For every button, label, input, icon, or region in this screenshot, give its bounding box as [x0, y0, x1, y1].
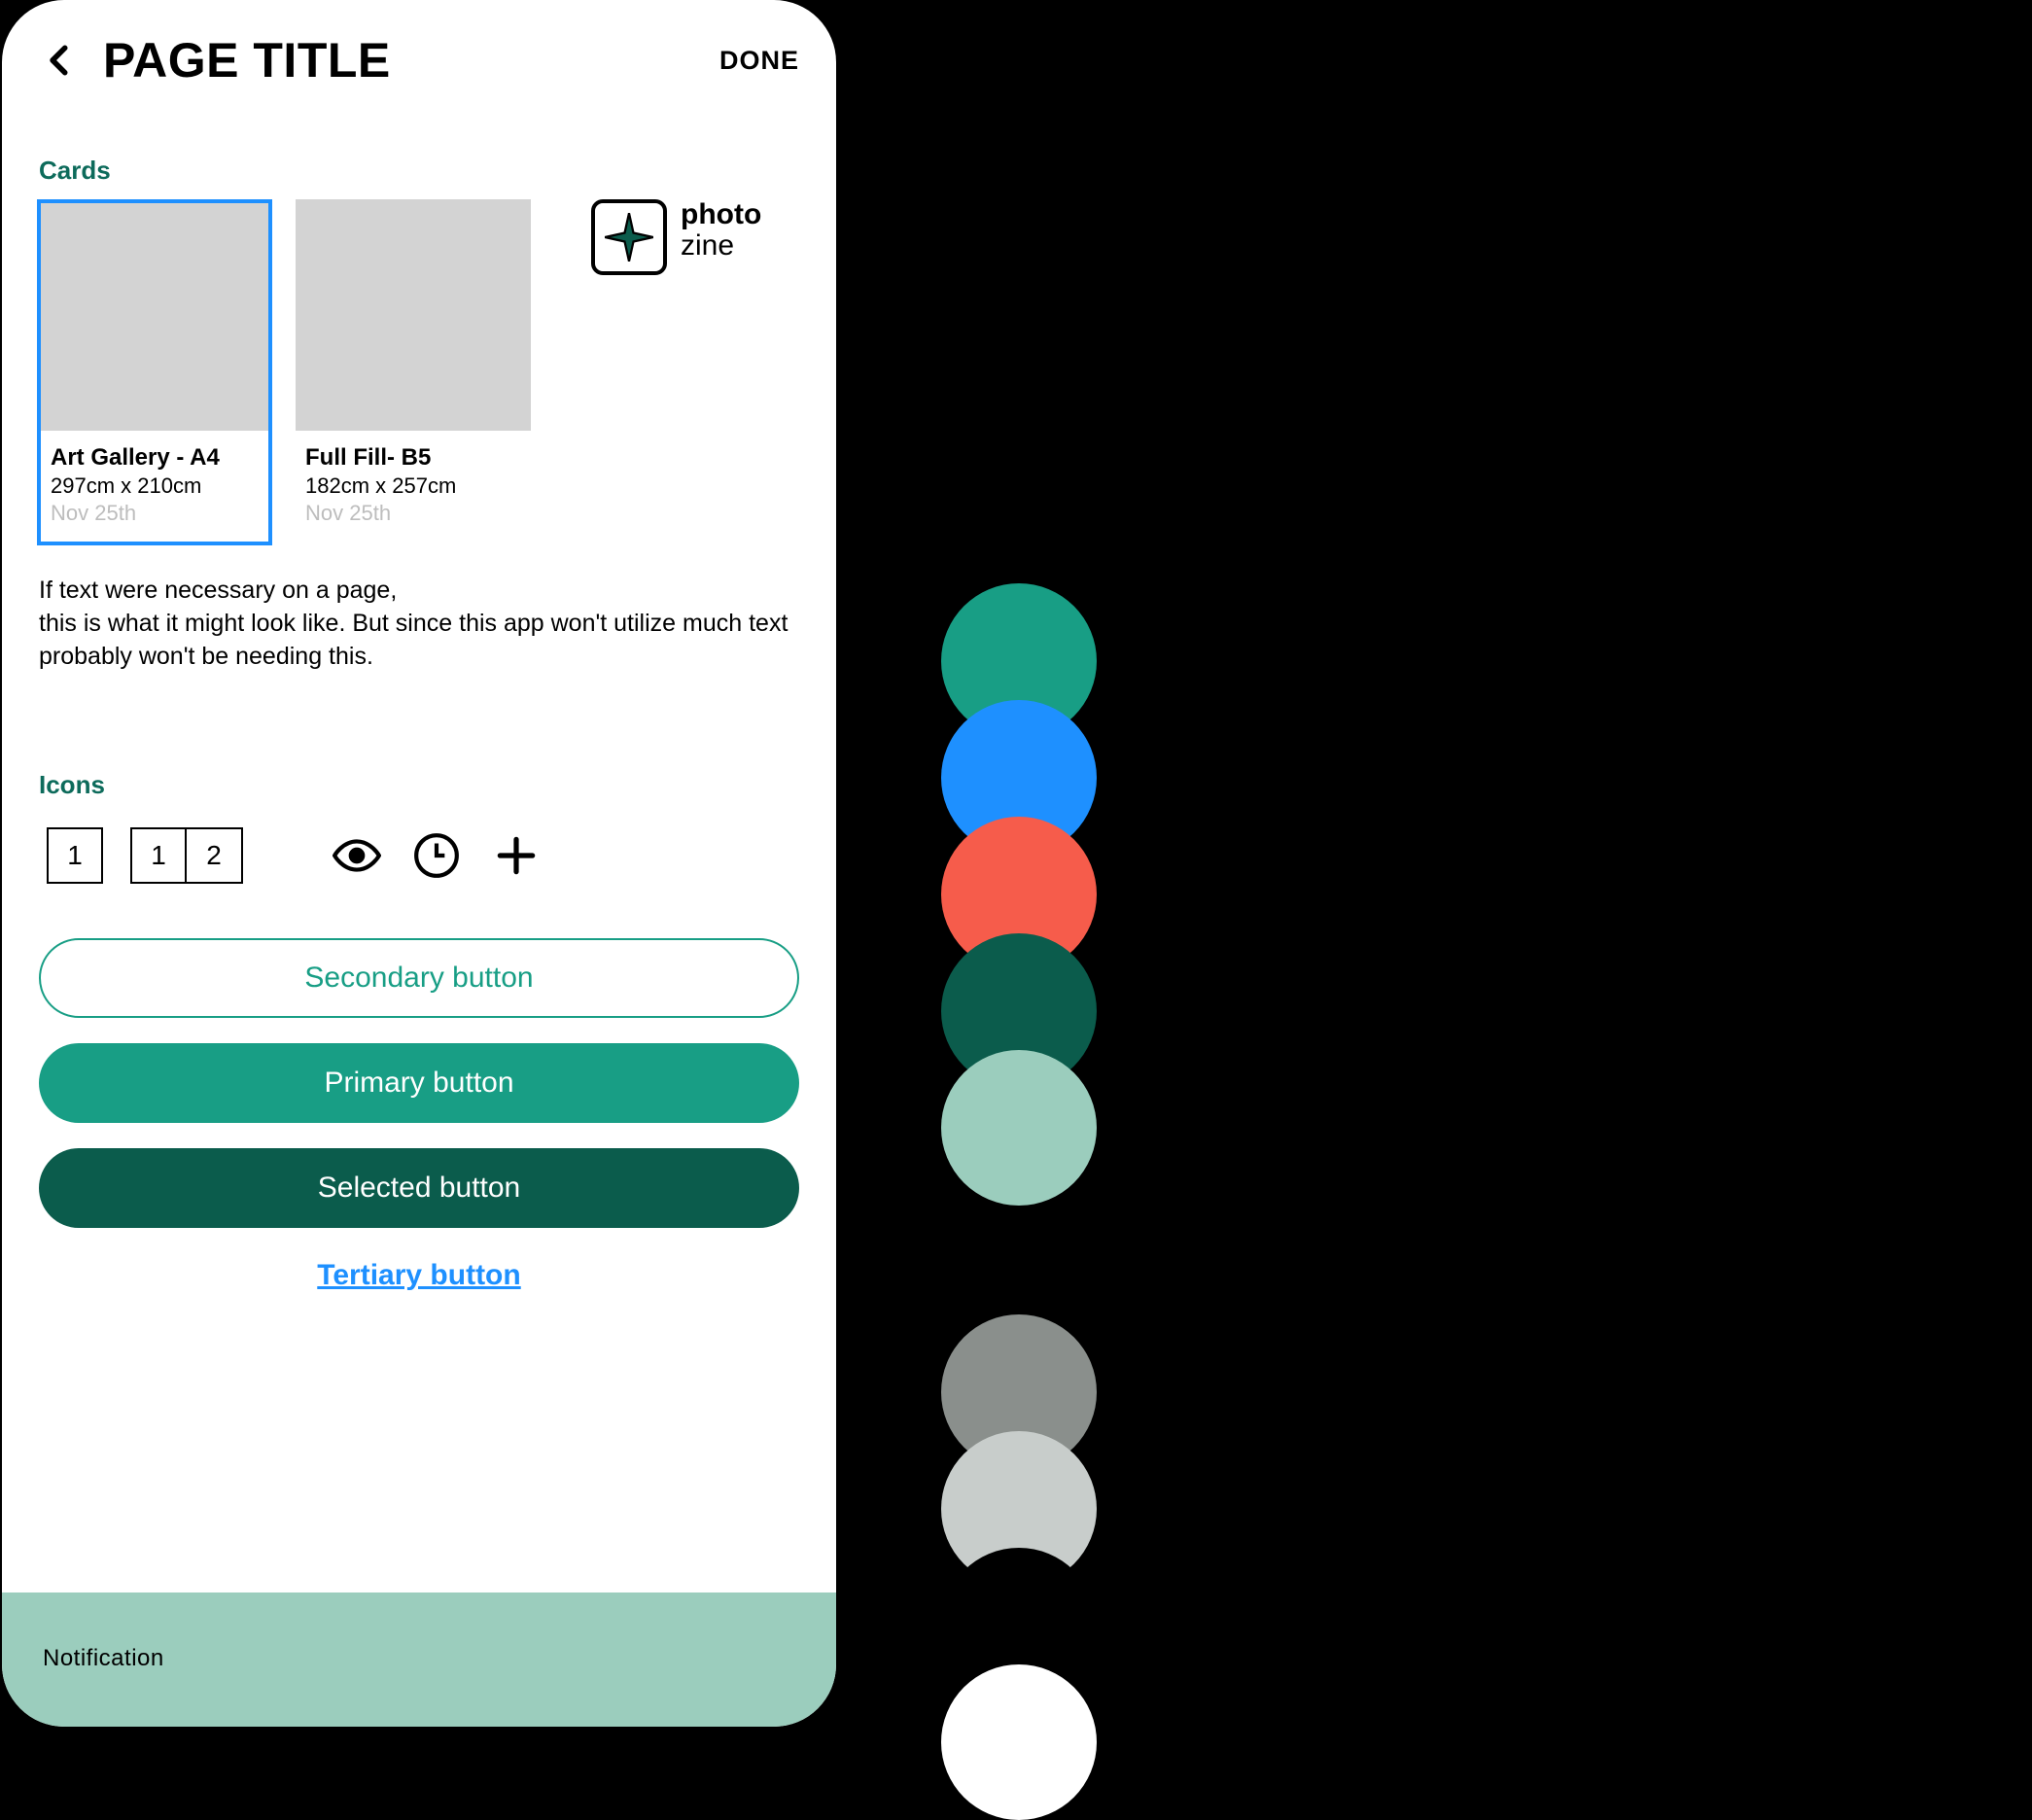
card-title: Full Fill- B5: [305, 444, 531, 472]
buttons-group: Secondary button Primary button Selected…: [2, 938, 836, 1292]
card-full-fill[interactable]: Full Fill- B5 182cm x 257cm Nov 25th: [296, 199, 531, 542]
number-cell: 2: [187, 827, 243, 884]
card-title: Art Gallery - A4: [51, 444, 268, 472]
back-icon[interactable]: [39, 39, 82, 82]
cards-row: Art Gallery - A4 297cm x 210cm Nov 25th …: [2, 199, 836, 545]
card-art-gallery[interactable]: Art Gallery - A4 297cm x 210cm Nov 25th: [37, 199, 272, 545]
cards-label: Cards: [39, 156, 836, 186]
card-date: Nov 25th: [305, 501, 531, 526]
swatch-light-teal: [941, 1050, 1097, 1206]
app-frame: PAGE TITLE DONE Cards Art Gallery - A4 2…: [2, 0, 836, 1727]
body-text: If text were necessary on a page, this i…: [39, 575, 799, 673]
card-dimensions: 297cm x 210cm: [51, 473, 268, 499]
header: PAGE TITLE DONE: [2, 0, 836, 93]
primary-button[interactable]: Primary button: [39, 1043, 799, 1123]
selected-button[interactable]: Selected button: [39, 1148, 799, 1228]
swatch-white: [941, 1664, 1097, 1820]
clock-icon[interactable]: [410, 829, 463, 882]
card-date: Nov 25th: [51, 501, 268, 526]
number-box-pair[interactable]: 1 2: [130, 827, 243, 884]
notification-bar: Notification: [2, 1592, 836, 1727]
brand-text-top: photo: [681, 199, 761, 230]
icons-row: 1 1 2: [47, 827, 836, 884]
eye-icon[interactable]: [331, 829, 383, 882]
card-thumbnail: [41, 203, 268, 431]
brand-logo: photo zine: [591, 199, 761, 275]
card-thumbnail: [296, 199, 531, 431]
number-cell: 1: [130, 827, 187, 884]
number-cell: 1: [47, 827, 103, 884]
secondary-button[interactable]: Secondary button: [39, 938, 799, 1018]
icons-label: Icons: [39, 770, 836, 800]
number-box-single[interactable]: 1: [47, 827, 103, 884]
page-title: PAGE TITLE: [103, 32, 391, 88]
brand-text-bottom: zine: [681, 230, 761, 262]
plus-icon[interactable]: [490, 829, 543, 882]
card-dimensions: 182cm x 257cm: [305, 473, 531, 499]
sparkle-icon: [591, 199, 667, 275]
tertiary-button[interactable]: Tertiary button: [317, 1259, 520, 1292]
done-button[interactable]: DONE: [719, 46, 799, 76]
